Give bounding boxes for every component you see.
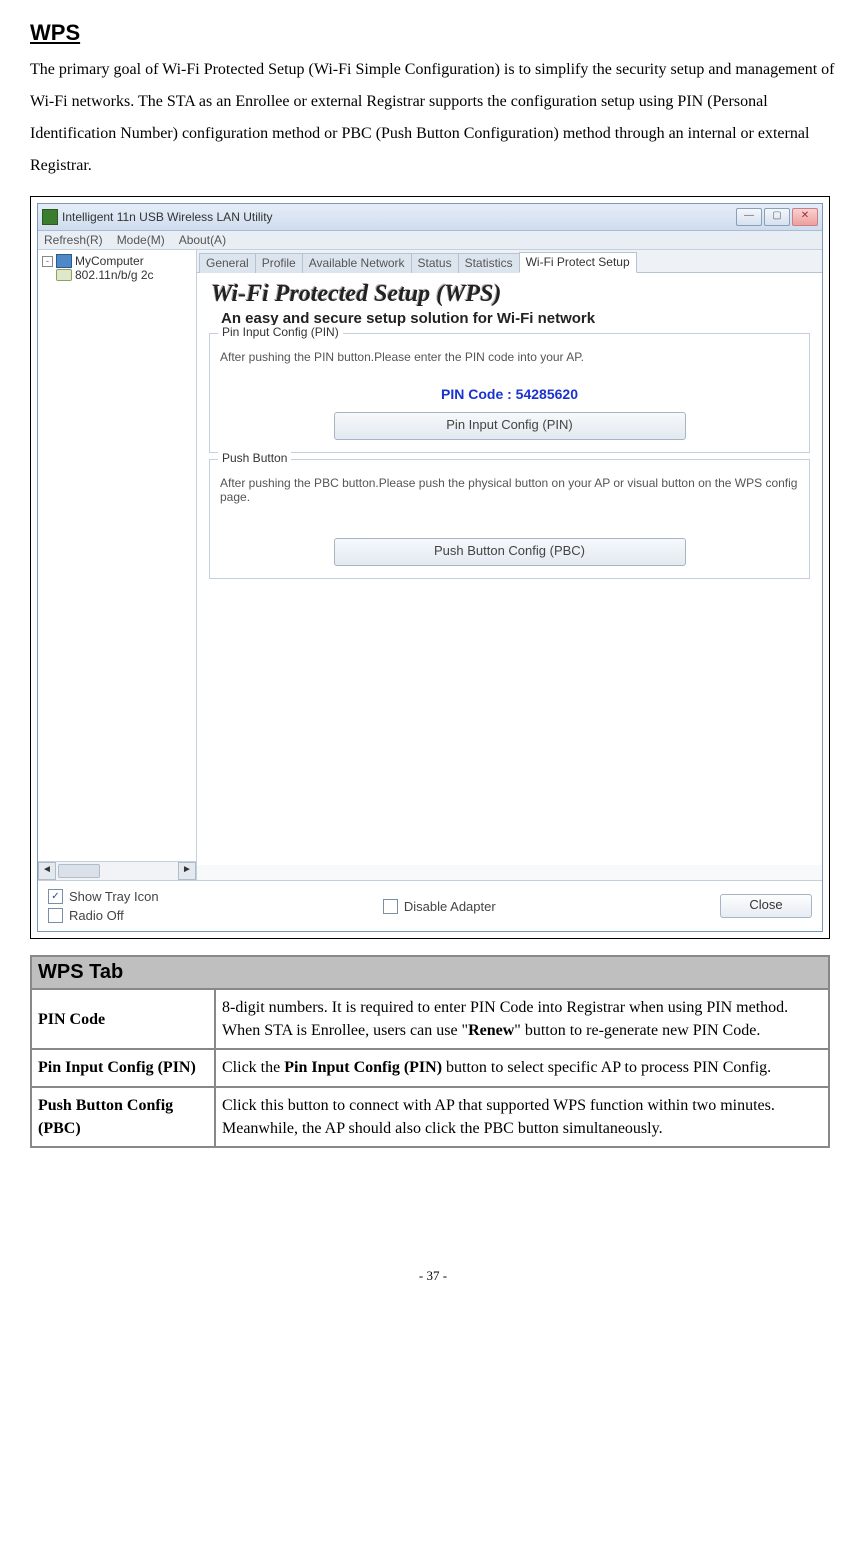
row-pin-cfg-val: Click the Pin Input Config (PIN) button … (215, 1049, 829, 1086)
tab-profile[interactable]: Profile (255, 253, 303, 273)
sidebar-scrollbar[interactable]: ◄ ► (38, 861, 196, 880)
section-heading: WPS (30, 20, 836, 46)
pin-group-legend: Pin Input Config (PIN) (218, 325, 343, 339)
show-tray-icon-checkbox[interactable]: ✓ Show Tray Icon (48, 889, 159, 904)
pin-code-label: PIN Code : 54285620 (220, 386, 799, 402)
pbc-group-legend: Push Button (218, 451, 291, 465)
page-footer: - 37 - (30, 1268, 836, 1284)
device-tree-sidebar: - MyComputer 802.11n/b/g 2c ◄ ► (38, 250, 197, 880)
tab-available-network[interactable]: Available Network (302, 253, 412, 273)
pbc-group-desc: After pushing the PBC button.Please push… (220, 476, 799, 504)
tree-child-label: 802.11n/b/g 2c (75, 268, 154, 282)
window-title: Intelligent 11n USB Wireless LAN Utility (62, 210, 273, 224)
app-icon (42, 209, 58, 225)
pbc-groupbox: Push Button After pushing the PBC button… (209, 459, 810, 579)
row-pbc-val: Click this button to connect with AP tha… (215, 1087, 829, 1147)
push-button-config-button[interactable]: Push Button Config (PBC) (334, 538, 686, 566)
wps-description-table: WPS Tab PIN Code 8-digit numbers. It is … (30, 955, 830, 1148)
menu-about[interactable]: About(A) (179, 233, 226, 247)
tab-wps[interactable]: Wi-Fi Protect Setup (519, 252, 637, 273)
radio-off-label: Radio Off (69, 908, 124, 923)
menu-refresh[interactable]: Refresh(R) (44, 233, 103, 247)
computer-icon (56, 254, 72, 268)
disable-adapter-label: Disable Adapter (404, 899, 496, 914)
tab-general[interactable]: General (199, 253, 256, 273)
scroll-thumb[interactable] (58, 864, 100, 878)
show-tray-label: Show Tray Icon (69, 889, 159, 904)
scroll-left-icon[interactable]: ◄ (38, 862, 56, 880)
wps-title: Wi-Fi Protected Setup (WPS) (211, 281, 812, 308)
radio-off-checkbox[interactable]: Radio Off (48, 908, 159, 923)
app-window: Intelligent 11n USB Wireless LAN Utility… (37, 203, 823, 932)
checkbox-empty-icon (48, 908, 63, 923)
table-header: WPS Tab (31, 956, 829, 989)
tree-root[interactable]: - MyComputer (42, 254, 194, 268)
checkbox-checked-icon: ✓ (48, 889, 63, 904)
tree-root-label: MyComputer (75, 254, 144, 268)
close-button[interactable]: Close (720, 894, 812, 918)
tab-statistics[interactable]: Statistics (458, 253, 520, 273)
scroll-right-icon[interactable]: ► (178, 862, 196, 880)
maximize-button[interactable]: ▢ (764, 208, 790, 226)
tree-child[interactable]: 802.11n/b/g 2c (56, 268, 194, 282)
bottom-bar: ✓ Show Tray Icon Radio Off Disable Adapt… (38, 880, 822, 931)
close-window-button[interactable]: ✕ (792, 208, 818, 226)
checkbox-empty-icon (383, 899, 398, 914)
tab-strip: General Profile Available Network Status… (197, 250, 822, 273)
table-row: Push Button Config (PBC) Click this butt… (31, 1087, 829, 1147)
tab-status[interactable]: Status (411, 253, 459, 273)
row-pin-cfg-key: Pin Input Config (PIN) (31, 1049, 215, 1086)
disable-adapter-checkbox[interactable]: Disable Adapter (383, 899, 496, 914)
table-row: PIN Code 8-digit numbers. It is required… (31, 989, 829, 1049)
titlebar: Intelligent 11n USB Wireless LAN Utility… (38, 204, 822, 231)
row-pbc-key: Push Button Config (PBC) (31, 1087, 215, 1147)
pin-groupbox: Pin Input Config (PIN) After pushing the… (209, 333, 810, 453)
row-pin-code-key: PIN Code (31, 989, 215, 1049)
screenshot-frame: Intelligent 11n USB Wireless LAN Utility… (30, 196, 830, 939)
collapse-icon[interactable]: - (42, 256, 53, 267)
row-pin-code-val: 8-digit numbers. It is required to enter… (215, 989, 829, 1049)
adapter-icon (56, 269, 72, 281)
minimize-button[interactable]: — (736, 208, 762, 226)
wps-tab-pane: Wi-Fi Protected Setup (WPS) An easy and … (197, 273, 822, 865)
table-row: Pin Input Config (PIN) Click the Pin Inp… (31, 1049, 829, 1086)
pin-group-desc: After pushing the PIN button.Please ente… (220, 350, 799, 364)
menu-mode[interactable]: Mode(M) (117, 233, 165, 247)
pin-input-config-button[interactable]: Pin Input Config (PIN) (334, 412, 686, 440)
intro-paragraph: The primary goal of Wi-Fi Protected Setu… (30, 54, 836, 182)
menubar: Refresh(R) Mode(M) About(A) (38, 231, 822, 250)
main-panel: General Profile Available Network Status… (197, 250, 822, 880)
